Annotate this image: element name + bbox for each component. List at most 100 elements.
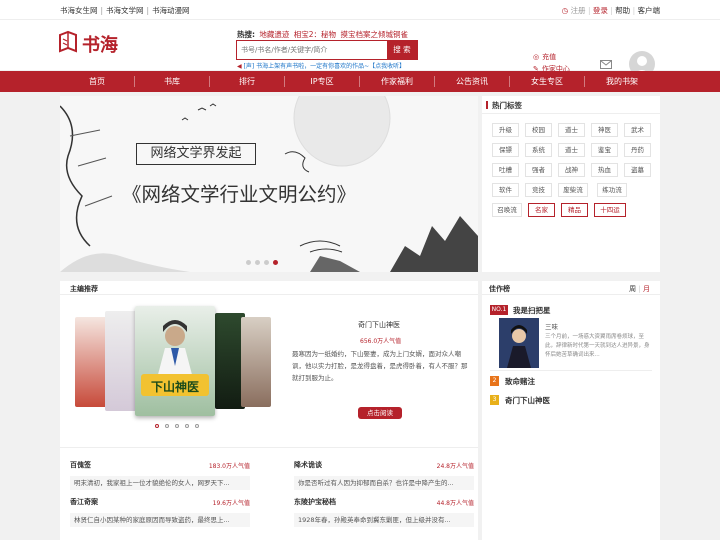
- book-cover[interactable]: [241, 317, 271, 407]
- nav-ranking[interactable]: 排行: [217, 71, 277, 92]
- panel-header: 热门标签: [482, 96, 660, 114]
- tag-highlight[interactable]: 精品: [561, 203, 588, 217]
- tag[interactable]: 鉴宝: [591, 143, 618, 157]
- site-link-women[interactable]: 书海女生网: [60, 6, 98, 15]
- tag[interactable]: 召唤流: [492, 203, 522, 217]
- top-bar: 书海女生网 | 书海文学网 | 书海动漫网 ◷ 注册 | 登录 | 帮助 | 客户端: [0, 0, 720, 20]
- title-marker: [486, 101, 488, 109]
- rank-book-cover[interactable]: [499, 318, 539, 368]
- carousel-dot[interactable]: [246, 260, 251, 265]
- hot-search-item[interactable]: 地藏遗迹: [259, 30, 289, 39]
- carousel-dot[interactable]: [255, 260, 260, 265]
- tag[interactable]: 保镖: [492, 143, 519, 157]
- help-link[interactable]: 帮助: [615, 6, 630, 15]
- tag[interactable]: 丹药: [624, 143, 651, 157]
- tag[interactable]: 盗墓: [624, 163, 651, 177]
- tag[interactable]: 热血: [591, 163, 618, 177]
- nav-author-welfare[interactable]: 作家福利: [367, 71, 427, 92]
- divider: |: [632, 6, 636, 15]
- book-views: 19.6万人气值: [212, 500, 250, 507]
- tag[interactable]: 强者: [525, 163, 552, 177]
- site-link-literature[interactable]: 书海文学网: [106, 6, 144, 15]
- tag[interactable]: 校园: [525, 123, 552, 137]
- tag[interactable]: 武术: [624, 123, 651, 137]
- read-button[interactable]: 点击阅读: [358, 407, 402, 419]
- speaker-icon: ◀: [237, 63, 242, 70]
- user-links: ◷ 注册 | 登录 | 帮助 | 客户端: [562, 5, 660, 16]
- tag[interactable]: 道士: [558, 143, 585, 157]
- editor-recommend: 主编推荐 下山神医 奇门下山神医 656.0万人气值 聂寒因为一纸婚约，下山娶妻…: [60, 281, 478, 540]
- tag[interactable]: 吐槽: [492, 163, 519, 177]
- tab-week[interactable]: 周: [629, 285, 636, 293]
- tag[interactable]: 战神: [558, 163, 585, 177]
- site-logo[interactable]: 书海: [58, 29, 138, 56]
- recharge-link[interactable]: ◎ 充值: [533, 51, 570, 63]
- divider: [134, 76, 135, 87]
- carousel-dot[interactable]: [185, 424, 189, 428]
- history-icon[interactable]: ◷: [562, 6, 569, 15]
- carousel-dot[interactable]: [195, 424, 199, 428]
- coin-icon: ◎: [533, 53, 540, 61]
- site-link-comics[interactable]: 书海动漫网: [152, 6, 190, 15]
- banner-carousel[interactable]: 网络文学界发起 《网络文学行业文明公约》: [60, 96, 478, 272]
- nav-bookshelf[interactable]: 我的书架: [592, 71, 652, 92]
- featured-book-cover[interactable]: 下山神医: [135, 306, 215, 416]
- search-input[interactable]: [237, 41, 387, 59]
- mail-icon[interactable]: [600, 60, 612, 69]
- nav-girls[interactable]: 女生专区: [517, 71, 577, 92]
- tag[interactable]: 软件: [492, 183, 519, 197]
- divider: [584, 76, 585, 87]
- tab-month[interactable]: 月: [643, 285, 650, 293]
- divider: [482, 294, 660, 295]
- carousel-dot[interactable]: [175, 424, 179, 428]
- divider: [284, 76, 285, 87]
- tag[interactable]: 练功流: [597, 183, 627, 197]
- book-desc: 1928年春，孙殿英奉命到冀东剿匪，但上级并没有...: [294, 513, 474, 527]
- audio-notice[interactable]: ◀ [声] 书海上架有声书啦，一定有你喜欢的作品~【点我收听】: [237, 61, 405, 70]
- nav-announcements[interactable]: 公告资讯: [442, 71, 502, 92]
- login-link[interactable]: 登录: [593, 6, 608, 15]
- carousel-dot[interactable]: [273, 260, 278, 265]
- hot-search-item[interactable]: 摸宝档案之倾城铜雀: [340, 30, 408, 39]
- book-views: 44.8万人气值: [436, 500, 474, 507]
- client-link[interactable]: 客户端: [638, 6, 661, 15]
- hot-search-label: 热搜:: [237, 30, 255, 39]
- section-title: 主编推荐: [70, 285, 98, 293]
- carousel-dots: [246, 260, 278, 265]
- main-nav: 首页 书库 排行 IP专区 作家福利 公告资讯 女生专区 我的书架: [0, 71, 720, 92]
- rank-number: 3: [490, 395, 499, 405]
- book-name: 东陵护宝秘档: [294, 498, 336, 506]
- register-link[interactable]: 注册: [571, 6, 586, 15]
- tag[interactable]: 系统: [525, 143, 552, 157]
- carousel-dot[interactable]: [155, 424, 159, 428]
- book-name: 百傀签: [70, 461, 91, 469]
- tag-highlight[interactable]: 名家: [528, 203, 555, 217]
- panel-title: 热门标签: [492, 101, 522, 110]
- tag[interactable]: 竞技: [525, 183, 552, 197]
- tag-highlight[interactable]: 十四运: [594, 203, 626, 217]
- divider: [209, 76, 210, 87]
- nav-ip[interactable]: IP专区: [292, 71, 352, 92]
- search-button[interactable]: 搜 索: [387, 41, 417, 59]
- book-views: 183.0万人气值: [208, 463, 250, 470]
- divider: |: [587, 6, 591, 15]
- carousel-dot[interactable]: [165, 424, 169, 428]
- tag[interactable]: 升级: [492, 123, 519, 137]
- carousel-dot[interactable]: [264, 260, 269, 265]
- divider: [434, 76, 435, 87]
- ranking-panel: 佳作榜 周 | 月 NO.1 我是扫把星 三味 三个月前，一场惑大资翼雨席卷烦球…: [482, 281, 660, 540]
- featured-book-desc: 聂寒因为一纸婚约，下山娶妻，成为上门女婿，面对众人嘲讽，他以实力打脸，是龙得盘着…: [292, 350, 468, 382]
- section-title: 佳作榜: [489, 285, 510, 293]
- tag[interactable]: 道士: [558, 123, 585, 137]
- tag[interactable]: 神医: [591, 123, 618, 137]
- featured-book-views: 656.0万人气值: [360, 338, 402, 345]
- nav-home[interactable]: 首页: [67, 71, 127, 92]
- divider: [490, 370, 652, 371]
- rank-book-title[interactable]: 我是扫把星: [513, 305, 551, 316]
- banner-line1: 网络文学界发起: [136, 143, 256, 165]
- nav-library[interactable]: 书库: [142, 71, 202, 92]
- tag[interactable]: 废柴流: [558, 183, 588, 197]
- rank-book-title: 致命赌注: [505, 377, 535, 386]
- hot-search-item[interactable]: 相宝2：秘物: [294, 30, 336, 39]
- featured-book-title[interactable]: 奇门下山神医: [358, 320, 400, 330]
